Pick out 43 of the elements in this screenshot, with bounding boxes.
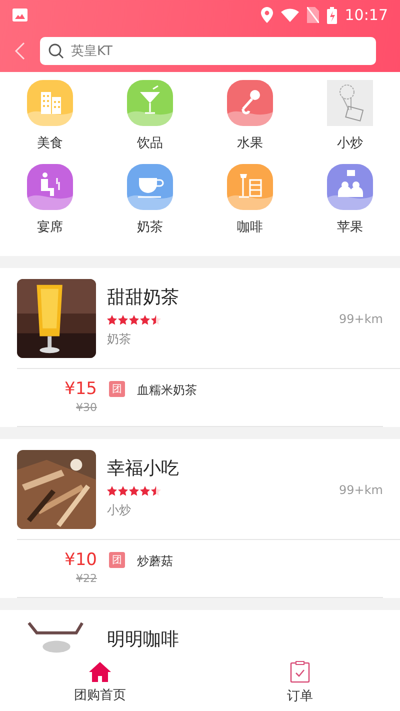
deal-name[interactable]: 炒蘑菇: [137, 553, 173, 585]
original-price: ¥22: [76, 572, 97, 585]
broken-image-icon[interactable]: [327, 80, 373, 126]
no-sim-icon: [306, 7, 319, 23]
original-price: ¥30: [76, 401, 97, 414]
deal-price: ¥15: [64, 379, 97, 399]
category-label[interactable]: 美食: [37, 134, 63, 152]
microphone-icon[interactable]: [227, 80, 273, 126]
cup-icon[interactable]: [127, 164, 173, 210]
people-icon[interactable]: [327, 164, 373, 210]
battery-charging-icon: [326, 6, 337, 24]
category-label[interactable]: 宴席: [37, 218, 63, 236]
group-buy-badge: 团: [109, 552, 125, 568]
nav-tab[interactable]: 团购首页: [0, 655, 200, 711]
category-label[interactable]: 饮品: [137, 134, 163, 152]
clock-time: 10:17: [344, 6, 388, 24]
wifi-icon: [280, 8, 299, 22]
search-icon: [48, 43, 64, 59]
shop-name[interactable]: 幸福小吃: [107, 456, 328, 480]
building-icon[interactable]: [27, 80, 73, 126]
gallery-icon: [12, 8, 28, 22]
category-label[interactable]: 小炒: [337, 134, 363, 152]
home-icon: [89, 662, 111, 682]
deal-price: ¥10: [64, 550, 97, 570]
shop-name[interactable]: 甜甜奶茶: [107, 285, 328, 309]
category-label[interactable]: 苹果: [337, 218, 363, 236]
category-label[interactable]: 水果: [237, 134, 263, 152]
nav-tab[interactable]: 订单: [200, 655, 400, 711]
search-field[interactable]: 英皇KT: [40, 37, 376, 65]
shop-category: 小炒: [107, 502, 132, 519]
shop-category: 奶茶: [107, 331, 132, 348]
back-icon[interactable]: [14, 41, 26, 61]
cocktail-icon[interactable]: [127, 80, 173, 126]
seat-icon[interactable]: [27, 164, 73, 210]
clipboard-check-icon: [290, 661, 310, 683]
distance: 99+km: [339, 312, 383, 326]
category-label[interactable]: 咖啡: [237, 218, 263, 236]
group-buy-badge: 团: [109, 381, 125, 397]
distance: 99+km: [339, 482, 383, 496]
deal-name[interactable]: 血糯米奶茶: [137, 382, 197, 414]
location-icon: [260, 7, 273, 23]
category-label[interactable]: 奶茶: [137, 218, 163, 236]
lamp-icon[interactable]: [227, 164, 273, 210]
